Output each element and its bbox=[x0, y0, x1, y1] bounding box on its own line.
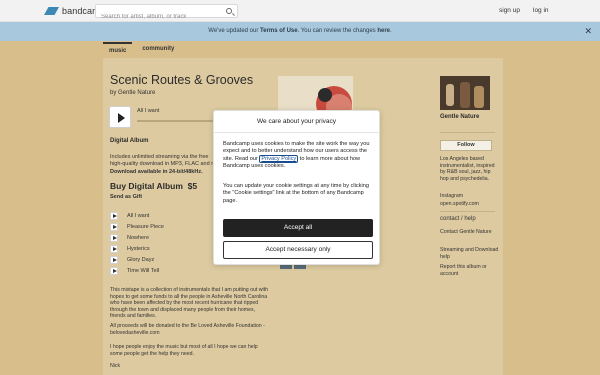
notice-middle: . You can review the changes bbox=[297, 28, 378, 34]
close-icon[interactable]: ✕ bbox=[584, 22, 592, 41]
cookie-consent-dialog: We care about your privacy Bandcamp uses… bbox=[213, 110, 380, 265]
notice-prefix: We've updated our bbox=[208, 28, 261, 34]
accept-all-button[interactable]: Accept all bbox=[223, 219, 373, 237]
privacy-policy-link[interactable]: Privacy Policy bbox=[259, 154, 299, 163]
cookie-dialog-title: We care about your privacy bbox=[214, 111, 379, 133]
search-icon[interactable] bbox=[226, 8, 232, 14]
notice-here-link[interactable]: here bbox=[377, 28, 390, 34]
terms-of-use-link[interactable]: Terms of Use bbox=[260, 28, 298, 34]
signup-link[interactable]: sign up bbox=[499, 7, 520, 14]
top-bar: bandcamp sign up log in bbox=[0, 0, 600, 23]
login-link[interactable]: log in bbox=[533, 7, 549, 14]
terms-notice-banner: We've updated our Terms of Use. You can … bbox=[0, 22, 600, 41]
cookie-dialog-text: Bandcamp uses cookies to make the site w… bbox=[223, 141, 373, 171]
search-box bbox=[95, 4, 238, 23]
cookie-settings-text: You can update your cookie settings at a… bbox=[223, 183, 369, 204]
notice-suffix: . bbox=[390, 28, 392, 34]
bandcamp-logo-icon bbox=[44, 7, 59, 15]
accept-necessary-button[interactable]: Accept necessary only bbox=[223, 241, 373, 259]
